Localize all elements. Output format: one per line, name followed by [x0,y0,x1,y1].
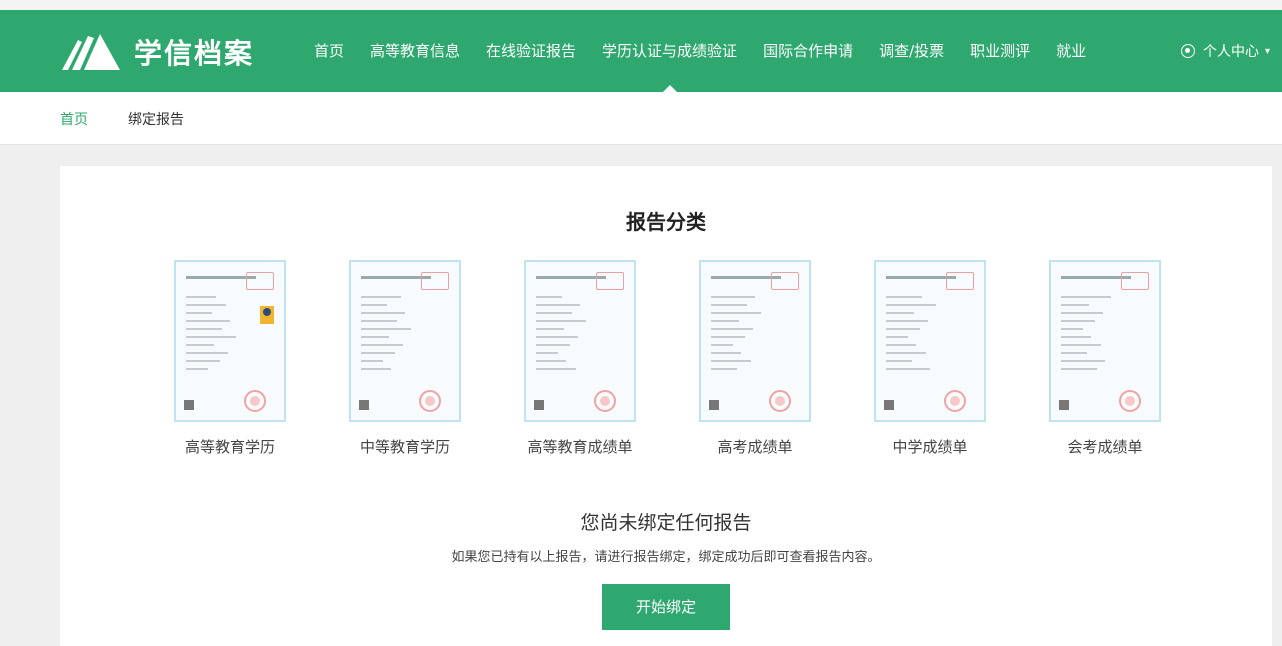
report-thumbnail [349,260,461,422]
report-type-item[interactable]: 中等教育学历 [347,260,463,457]
report-thumbnail [699,260,811,422]
book-logo-icon [60,32,122,72]
report-type-item[interactable]: 高考成绩单 [697,260,813,457]
report-type-item[interactable]: 中学成绩单 [872,260,988,457]
brand-logo[interactable]: 学信档案 [60,32,254,72]
nav-item-higher-education[interactable]: 高等教育信息 [370,10,460,92]
report-type-label: 会考成绩单 [1047,436,1163,457]
breadcrumb: 首页 绑定报告 [0,92,1282,145]
report-type-label: 中学成绩单 [872,436,988,457]
user-center-label: 个人中心 [1203,41,1259,61]
main-nav: 首页 高等教育信息 在线验证报告 学历认证与成绩验证 国际合作申请 调查/投票 … [314,10,1112,92]
seal-stamp-icon [1119,390,1141,412]
report-type-label: 高等教育成绩单 [522,436,638,457]
top-strip [0,0,1282,10]
report-type-label: 高考成绩单 [697,436,813,457]
nav-item-international[interactable]: 国际合作申请 [763,10,853,92]
nav-item-home[interactable]: 首页 [314,10,344,92]
breadcrumb-home-link[interactable]: 首页 [60,109,88,129]
nav-item-survey[interactable]: 调查/投票 [879,10,944,92]
qr-code-icon [359,400,369,410]
breadcrumb-current: 绑定报告 [128,109,184,129]
qr-code-icon [709,400,719,410]
section-title: 报告分类 [60,206,1272,235]
report-type-item[interactable]: 高等教育成绩单 [522,260,638,457]
photo-icon [260,306,274,324]
report-thumbnail [174,260,286,422]
qr-code-icon [1059,400,1069,410]
top-header: 学信档案 首页 高等教育信息 在线验证报告 学历认证与成绩验证 国际合作申请 调… [0,10,1282,92]
nav-item-career-test[interactable]: 职业测评 [970,10,1030,92]
seal-stamp-icon [244,390,266,412]
start-binding-button[interactable]: 开始绑定 [602,584,730,630]
nav-item-certification[interactable]: 学历认证与成绩验证 [602,10,737,92]
empty-state-title: 您尚未绑定任何报告 [60,508,1272,535]
empty-state-description: 如果您已持有以上报告，请进行报告绑定，绑定成功后即可查看报告内容。 [60,546,1272,565]
caret-down-icon: ▾ [1265,46,1270,57]
qr-code-icon [884,400,894,410]
report-type-item[interactable]: 会考成绩单 [1047,260,1163,457]
qr-code-icon [534,400,544,410]
user-circle-icon [1181,44,1195,58]
user-center-menu[interactable]: 个人中心 ▾ [1181,10,1270,92]
report-thumbnail [524,260,636,422]
brand-name: 学信档案 [134,32,254,72]
seal-stamp-icon [419,390,441,412]
report-thumbnail [1049,260,1161,422]
report-type-item[interactable]: 高等教育学历 [172,260,288,457]
report-thumbnail [874,260,986,422]
report-type-label: 高等教育学历 [172,436,288,457]
report-type-label: 中等教育学历 [347,436,463,457]
qr-code-icon [184,400,194,410]
seal-stamp-icon [944,390,966,412]
nav-item-online-verification[interactable]: 在线验证报告 [486,10,576,92]
seal-stamp-icon [769,390,791,412]
nav-item-employment[interactable]: 就业 [1056,10,1086,92]
report-card: 报告分类 高等教育学历中等教育学历高等教育成绩单高考成绩单中学成绩单会考成绩单 … [60,166,1272,646]
seal-stamp-icon [594,390,616,412]
